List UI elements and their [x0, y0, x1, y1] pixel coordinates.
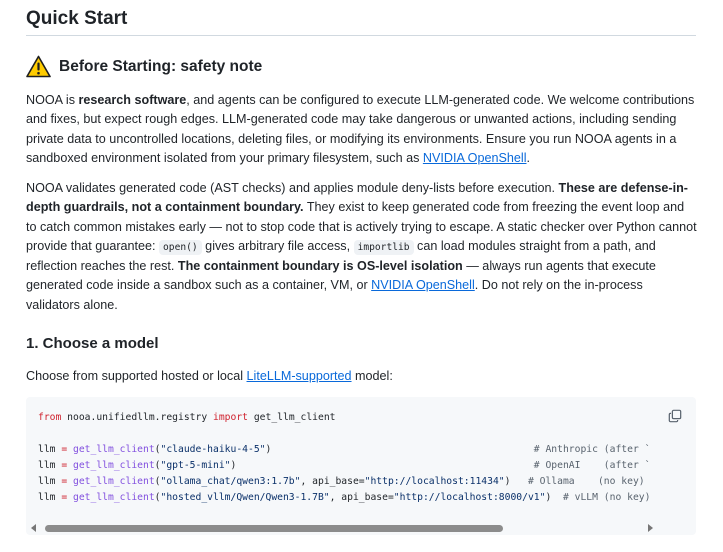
inline-code-open: open(): [159, 239, 202, 255]
safety-paragraph-2: NOOA validates generated code (AST check…: [26, 181, 697, 312]
title-divider: [26, 35, 696, 36]
section-heading-choose-model: 1. Choose a model: [26, 335, 159, 352]
scroll-left-arrow-icon[interactable]: [31, 524, 36, 532]
scroll-right-arrow-icon[interactable]: [648, 524, 653, 532]
choose-model-intro: Choose from supported hosted or local Li…: [26, 369, 393, 383]
nvidia-openshell-link[interactable]: NVIDIA OpenShell: [423, 151, 527, 165]
code-text: from nooa.unifiedllm.registry import get…: [38, 412, 651, 503]
page-title: Quick Start: [26, 8, 128, 29]
safety-paragraph-1: NOOA is research software, and agents ca…: [26, 93, 695, 165]
horizontal-scrollbar[interactable]: [26, 521, 696, 535]
scrollbar-thumb[interactable]: [45, 525, 503, 532]
litellm-supported-link[interactable]: LiteLLM-supported: [247, 369, 352, 383]
inline-code-importlib: importlib: [353, 239, 414, 255]
warning-icon: [26, 55, 51, 78]
warning-heading-row: Before Starting: safety note: [26, 55, 262, 78]
nvidia-openshell-link-2[interactable]: NVIDIA OpenShell: [371, 278, 475, 292]
copy-icon[interactable]: [668, 409, 682, 423]
warning-heading: Before Starting: safety note: [59, 57, 263, 75]
code-block: from nooa.unifiedllm.registry import get…: [26, 397, 696, 535]
